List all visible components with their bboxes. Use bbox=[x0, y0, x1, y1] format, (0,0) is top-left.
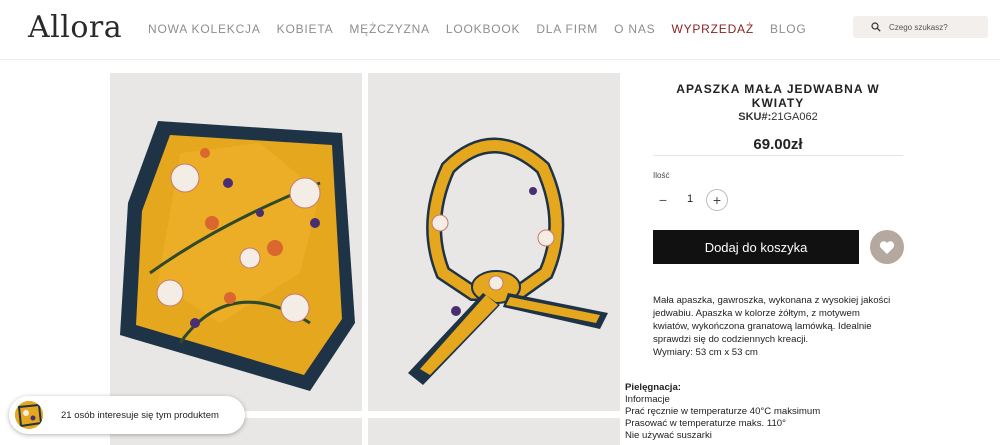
nav-item-about[interactable]: O NAS bbox=[614, 22, 655, 36]
product-image-2[interactable] bbox=[368, 73, 620, 411]
logo[interactable]: Allora bbox=[28, 10, 122, 45]
product-image-1[interactable] bbox=[110, 73, 362, 411]
quantity-decrease-button[interactable]: − bbox=[655, 191, 671, 209]
add-to-cart-button[interactable]: Dodaj do koszyka bbox=[653, 230, 859, 264]
toast-message: 21 osób interesuje się tym produktem bbox=[61, 409, 219, 421]
nav-item-sale[interactable]: WYPRZEDAŻ bbox=[671, 22, 754, 36]
product-description: Mała apaszka, gawroszka, wykonana z wyso… bbox=[653, 294, 903, 359]
description-line: Wymiary: 53 cm x 53 cm bbox=[653, 347, 758, 358]
scarf-flat-image bbox=[110, 73, 362, 411]
interest-toast[interactable]: 21 osób interesuje się tym produktem bbox=[9, 396, 245, 434]
wishlist-button[interactable] bbox=[870, 230, 904, 264]
site-header: Allora NOWA KOLEKCJA KOBIETA MĘŻCZYZNA L… bbox=[0, 0, 1000, 60]
main-nav: NOWA KOLEKCJA KOBIETA MĘŻCZYZNA LOOKBOOK… bbox=[148, 22, 807, 36]
search-placeholder[interactable]: Czego szukasz? bbox=[889, 23, 948, 32]
sku-label: SKU#: bbox=[738, 111, 772, 123]
scarf-tied-image bbox=[368, 73, 620, 411]
care-line: Nie używać suszarki bbox=[625, 430, 712, 441]
product-image-4[interactable] bbox=[368, 418, 620, 445]
quantity-label: Ilość bbox=[653, 171, 670, 180]
product-price: 69.00zł bbox=[753, 136, 803, 153]
nav-item-blog[interactable]: BLOG bbox=[770, 22, 807, 36]
toast-product-thumbnail bbox=[15, 401, 43, 429]
description-line: sprawdzi się do codziennych kreacji. bbox=[653, 334, 809, 345]
quantity-increase-button[interactable]: + bbox=[706, 189, 728, 211]
care-instructions: Pielęgnacja: Informacje Prać ręcznie w t… bbox=[625, 382, 925, 442]
search-icon bbox=[871, 22, 881, 32]
sku-value: 21GA062 bbox=[771, 111, 818, 123]
care-line: Informacje bbox=[625, 394, 670, 405]
description-line: jedwabiu. Apaszka w kolorze żółtym, z mo… bbox=[653, 308, 860, 319]
search-bar[interactable]: Czego szukasz? bbox=[853, 16, 988, 38]
care-line: Prasować w temperaturze maks. 110° bbox=[625, 418, 786, 429]
quantity-value[interactable]: 1 bbox=[682, 193, 698, 205]
nav-item-men[interactable]: MĘŻCZYZNA bbox=[349, 22, 430, 36]
description-line: kwiatów, wykończona granatową lamówką. I… bbox=[653, 321, 872, 332]
nav-item-business[interactable]: DLA FIRM bbox=[536, 22, 598, 36]
nav-item-new-collection[interactable]: NOWA KOLEKCJA bbox=[148, 22, 261, 36]
care-heading: Pielęgnacja: bbox=[625, 382, 681, 393]
divider bbox=[653, 155, 903, 156]
description-line: Mała apaszka, gawroszka, wykonana z wyso… bbox=[653, 295, 891, 306]
nav-item-women[interactable]: KOBIETA bbox=[277, 22, 334, 36]
care-line: Prać ręcznie w temperaturze 40°C maksimu… bbox=[625, 406, 821, 417]
product-title: APASZKA MAŁA JEDWABNA W KWIATY bbox=[676, 82, 880, 110]
product-sku: SKU#:21GA062 bbox=[653, 111, 903, 123]
heart-icon bbox=[879, 240, 895, 254]
nav-item-lookbook[interactable]: LOOKBOOK bbox=[446, 22, 520, 36]
